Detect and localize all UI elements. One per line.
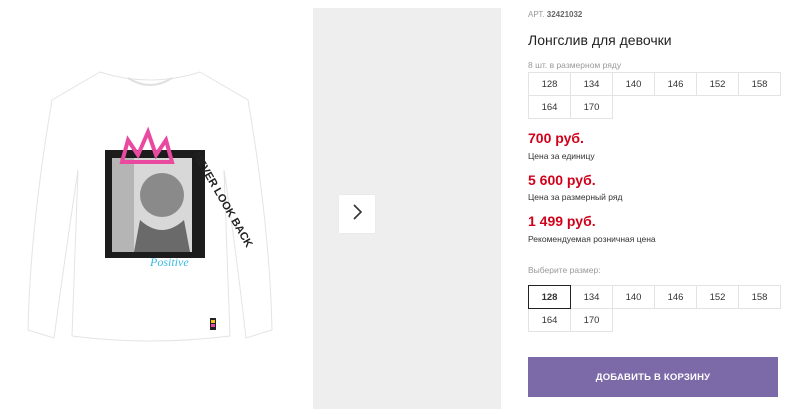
size-range-cell: 170: [570, 95, 613, 119]
retail-price: 1 499 руб.: [528, 213, 596, 229]
size-option-146[interactable]: 146: [654, 285, 697, 309]
size-option-158[interactable]: 158: [738, 285, 781, 309]
size-option-128[interactable]: 128: [528, 285, 571, 309]
unit-price-label: Цена за единицу: [528, 151, 595, 161]
size-option-134[interactable]: 134: [570, 285, 613, 309]
size-range-cell: 128: [528, 72, 571, 96]
size-range-cell: 152: [696, 72, 739, 96]
size-range-cell: 158: [738, 72, 781, 96]
size-option-170[interactable]: 170: [570, 308, 613, 332]
retail-price-label: Рекомендуемая розничная цена: [528, 234, 656, 244]
gallery-next-button[interactable]: [339, 195, 375, 233]
size-range-cell: 140: [612, 72, 655, 96]
size-option-140[interactable]: 140: [612, 285, 655, 309]
size-option-164[interactable]: 164: [528, 308, 571, 332]
choose-size-label: Выберите размер:: [528, 265, 601, 275]
size-picker: 128 134 140 146 152 158 164 170: [528, 285, 783, 332]
size-range-grid: 128 134 140 146 152 158 164 170: [528, 72, 783, 119]
chevron-right-icon: [350, 203, 364, 226]
size-option-152[interactable]: 152: [696, 285, 739, 309]
set-price: 5 600 руб.: [528, 172, 596, 188]
size-range-cell: 134: [570, 72, 613, 96]
size-range-cell: 164: [528, 95, 571, 119]
set-price-label: Цена за размерный ряд: [528, 192, 623, 202]
product-image-main[interactable]: NEVER LOOK BACK Positive: [0, 0, 300, 409]
longsleeve-illustration: NEVER LOOK BACK Positive: [27, 71, 273, 342]
svg-text:Positive: Positive: [149, 255, 189, 269]
unit-price: 700 руб.: [528, 130, 584, 146]
add-to-cart-button[interactable]: ДОБАВИТЬ В КОРЗИНУ: [528, 357, 778, 397]
size-range-cell: 146: [654, 72, 697, 96]
product-title: Лонгслив для девочки: [528, 32, 672, 48]
pack-note: 8 шт. в размерном ряду: [528, 60, 622, 70]
product-sku: АРТ. 32421032: [528, 10, 583, 19]
sku-value: 32421032: [546, 10, 583, 19]
